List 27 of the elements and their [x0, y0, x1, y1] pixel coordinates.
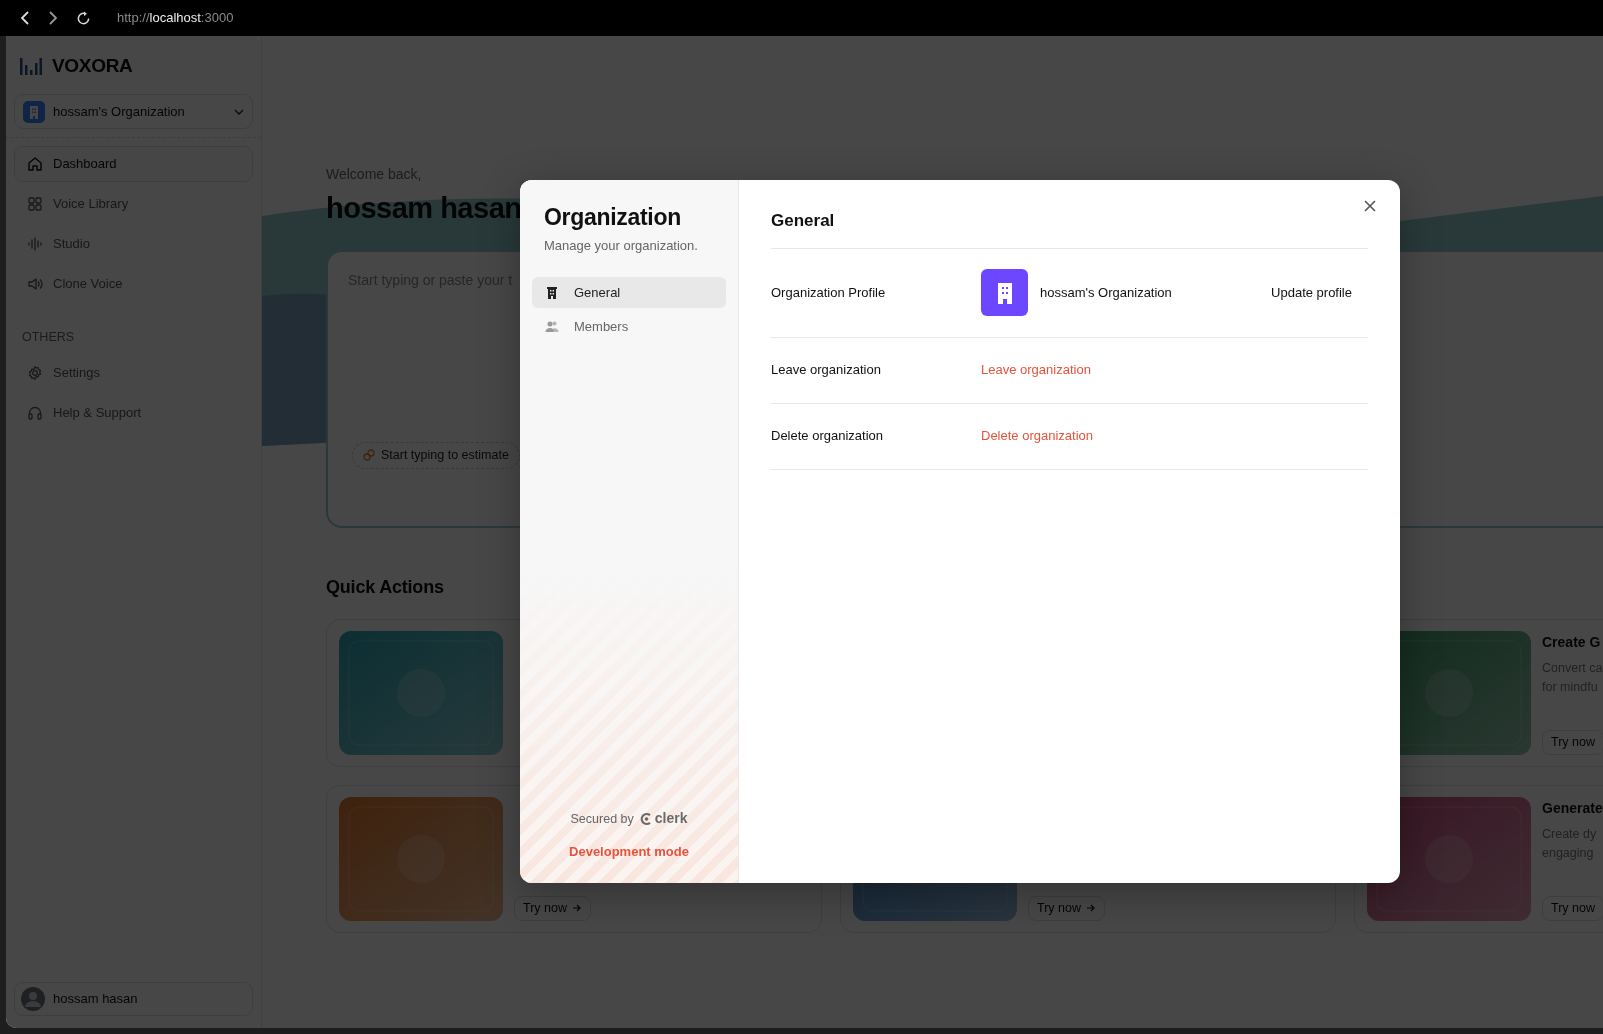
dialog-title: Organization	[543, 204, 682, 232]
address-bar-url[interactable]: http://localhost:3000	[117, 8, 234, 28]
danger-link[interactable]: Leave organization	[981, 360, 1091, 380]
card-title: Create G	[1542, 632, 1602, 652]
update-profile-button[interactable]: Update profile	[1255, 276, 1368, 309]
back-icon[interactable]	[20, 11, 30, 25]
card-title: Generate	[1542, 798, 1603, 818]
row-label: Leave organization	[771, 361, 882, 380]
forward-icon[interactable]	[48, 11, 58, 25]
dialog-nav-item[interactable]: Members	[532, 311, 726, 343]
row-label: Delete organization	[771, 427, 885, 446]
section-heading: Quick Actions	[326, 575, 445, 599]
clerk-mark-icon	[639, 811, 653, 826]
secured-by-text: Secured by	[570, 810, 634, 828]
clerk-logo[interactable]: clerk	[639, 808, 688, 830]
organization-name: hossam's Organization	[1040, 283, 1173, 302]
close-icon	[1364, 200, 1376, 212]
brand-name: VOXORA	[52, 53, 133, 78]
building-icon	[544, 284, 560, 301]
dialog-subtitle: Manage your organization.	[543, 236, 699, 255]
development-mode-label: Development mode	[568, 842, 690, 861]
section-title: General	[771, 208, 1368, 249]
reload-icon[interactable]	[76, 10, 91, 26]
row-label: Organization Profile	[771, 283, 887, 302]
danger-link[interactable]: Delete organization	[981, 426, 1094, 446]
dialog-nav-item[interactable]: General	[532, 277, 726, 309]
user-name-heading: hossam hasan	[326, 191, 522, 226]
